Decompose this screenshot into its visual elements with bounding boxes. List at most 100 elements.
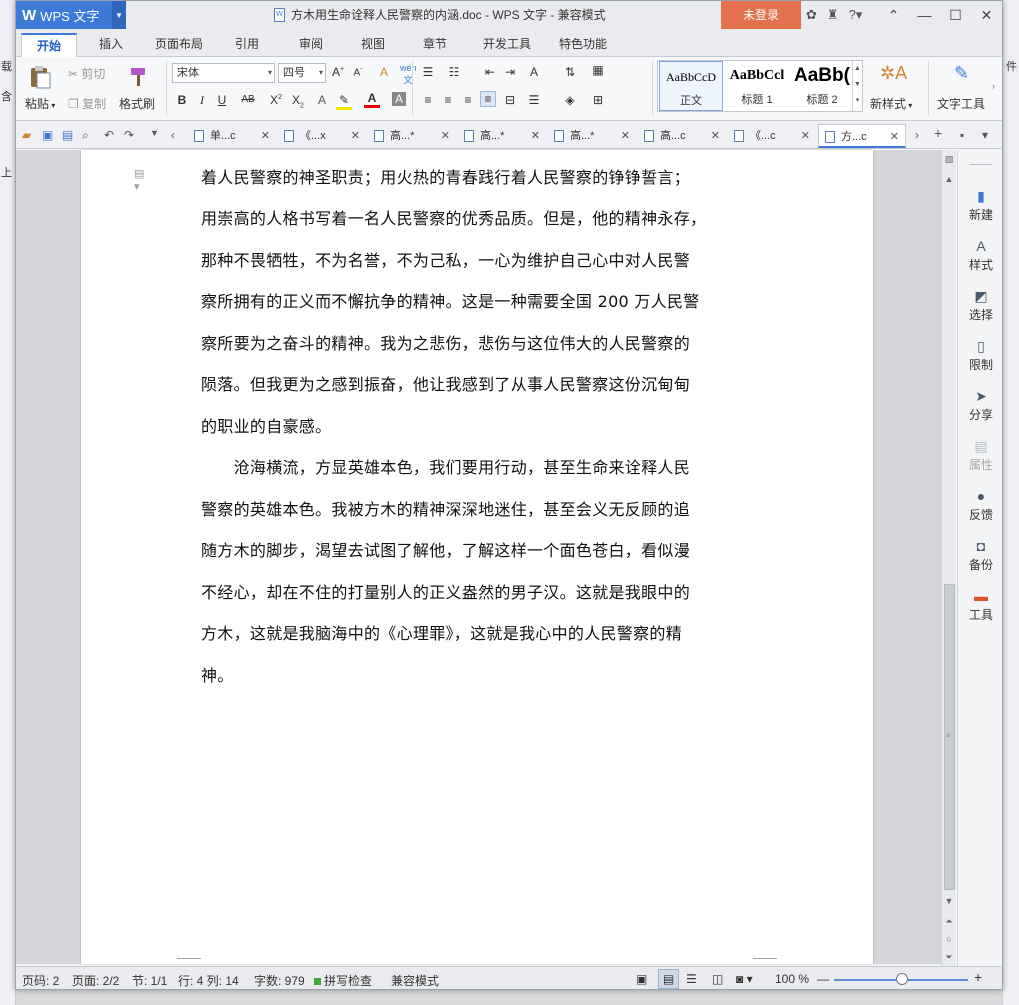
doc-tab[interactable]: 高...* ✕ bbox=[458, 124, 546, 148]
taskpane-share[interactable]: ➤ 分享 bbox=[958, 388, 1002, 423]
web-view-icon[interactable]: ◫ bbox=[712, 972, 723, 986]
vertical-scrollbar[interactable]: ▧ ▲ ≡ ▼ ⏶ ○ ⏷ bbox=[941, 150, 956, 966]
superscript-icon[interactable]: X2 bbox=[268, 93, 284, 107]
tab-review[interactable]: 审阅 bbox=[288, 33, 334, 57]
taskpane-tools[interactable]: ▬ 工具 bbox=[958, 588, 1002, 623]
tabs-scroll-left-icon[interactable]: ‹ bbox=[171, 128, 175, 142]
collapse-ribbon-icon[interactable]: ⌃ bbox=[878, 1, 909, 29]
help-icon[interactable]: ?▾ bbox=[849, 7, 863, 23]
format-painter-button[interactable]: 格式刷 bbox=[119, 95, 155, 112]
doc-tab[interactable]: 高...* ✕ bbox=[548, 124, 636, 148]
open-folder-icon[interactable]: ▰ bbox=[22, 128, 31, 142]
tabs-scroll-right-icon[interactable]: › bbox=[915, 128, 919, 142]
status-row-col[interactable]: 行: 4 列: 14 bbox=[178, 972, 239, 989]
page-view-icon[interactable]: ▤ bbox=[658, 969, 680, 989]
login-button[interactable]: 未登录 bbox=[721, 1, 801, 29]
split-view-icon[interactable]: ▧ bbox=[942, 154, 956, 165]
decrease-indent-icon[interactable]: ⇤ bbox=[482, 65, 498, 79]
chevron-down-icon[interactable]: ▼ bbox=[112, 1, 126, 29]
increase-indent-icon[interactable]: ⇥ bbox=[502, 65, 518, 79]
subscript-icon[interactable]: X2 bbox=[290, 93, 306, 109]
doc-tab[interactable]: 《...x ✕ bbox=[278, 124, 366, 148]
distributed-icon[interactable]: ⊟ bbox=[502, 93, 518, 107]
close-icon[interactable]: ✕ bbox=[971, 1, 1002, 29]
skin-icon[interactable]: ✿ bbox=[806, 7, 817, 23]
paragraph-layout-icon[interactable]: ▤ ▾ bbox=[134, 167, 146, 193]
next-page-icon[interactable]: ⏷ bbox=[942, 952, 956, 963]
taskpane-restrict[interactable]: ▯ 限制 bbox=[958, 338, 1002, 373]
italic-icon[interactable]: I bbox=[194, 93, 210, 108]
document-page[interactable]: ▤ ▾ 着人民警察的神圣职责；用火热的青春践行着人民警察的铮铮誓言； 用崇高的人… bbox=[81, 150, 873, 964]
ribbon-scroll-right[interactable]: › bbox=[992, 81, 995, 91]
table-icon[interactable]: ▦ bbox=[590, 63, 606, 77]
shading-icon[interactable]: ◈ bbox=[562, 93, 578, 107]
close-tab-icon[interactable]: ✕ bbox=[441, 124, 450, 148]
app-menu-button[interactable]: W WPS 文字 ▼ bbox=[16, 1, 126, 29]
taskpane-style[interactable]: A 样式 bbox=[958, 238, 1002, 273]
status-spell-check[interactable]: 拼写检查 bbox=[314, 972, 372, 989]
tab-features[interactable]: 特色功能 bbox=[550, 33, 616, 57]
browse-object-icon[interactable]: ○ bbox=[942, 934, 956, 944]
change-case-icon[interactable]: A bbox=[526, 65, 542, 79]
font-name-select[interactable]: 宋体 ▾ bbox=[172, 63, 275, 83]
status-pages[interactable]: 页面: 2/2 bbox=[72, 972, 119, 989]
fullscreen-icon[interactable]: ▣ bbox=[636, 972, 647, 986]
tab-insert[interactable]: 插入 bbox=[88, 33, 134, 57]
sort-icon[interactable]: ⇅ bbox=[562, 65, 578, 79]
style-heading-2[interactable]: AaBb( 标题 2 bbox=[790, 61, 854, 111]
style-normal[interactable]: AaBbCcD 正文 bbox=[659, 61, 723, 111]
copy-button[interactable]: ❐ 复制 bbox=[68, 95, 106, 112]
taskpane-backup[interactable]: ◘ 备份 bbox=[958, 538, 1002, 573]
numbered-list-icon[interactable]: ☷ bbox=[446, 65, 462, 79]
font-color-icon[interactable]: A bbox=[364, 91, 380, 108]
save-icon[interactable]: ▣ bbox=[42, 128, 53, 142]
print-icon[interactable]: ▤ bbox=[62, 128, 73, 142]
tab-chapter[interactable]: 章节 bbox=[412, 33, 458, 57]
tab-developer[interactable]: 开发工具 bbox=[474, 33, 540, 57]
doc-tab[interactable]: 《...c ✕ bbox=[728, 124, 816, 148]
scroll-down-icon[interactable]: ▼ bbox=[942, 896, 956, 906]
taskpane-select[interactable]: ◩ 选择 bbox=[958, 288, 1002, 323]
underline-icon[interactable]: U bbox=[214, 93, 230, 107]
zoom-in-icon[interactable]: + bbox=[974, 969, 982, 985]
redo-icon[interactable]: ↷ bbox=[124, 128, 134, 142]
taskpane-feedback[interactable]: ● 反馈 bbox=[958, 488, 1002, 523]
paste-icon[interactable] bbox=[28, 65, 52, 89]
close-tab-icon[interactable]: ✕ bbox=[621, 124, 630, 148]
reading-view-icon[interactable]: ◙ ▾ bbox=[736, 972, 753, 986]
close-tab-icon[interactable]: ✕ bbox=[261, 124, 270, 148]
tab-menu-icon[interactable]: ▾ bbox=[982, 128, 988, 142]
shrink-font-icon[interactable]: A- bbox=[350, 66, 366, 78]
close-tab-icon[interactable]: ✕ bbox=[531, 124, 540, 148]
tab-list-icon[interactable]: ▪ bbox=[960, 128, 964, 142]
doc-tab[interactable]: 高...c ✕ bbox=[638, 124, 726, 148]
status-page-number[interactable]: 页码: 2 bbox=[22, 972, 59, 989]
maximize-icon[interactable]: ☐ bbox=[940, 1, 971, 29]
doc-tab-active[interactable]: 方...c ✕ bbox=[818, 124, 906, 148]
prev-page-icon[interactable]: ⏶ bbox=[942, 916, 956, 927]
zoom-level[interactable]: 100 % bbox=[775, 972, 809, 986]
justify-icon[interactable]: ≡ bbox=[480, 91, 496, 107]
borders-icon[interactable]: ⊞ bbox=[590, 93, 606, 107]
line-spacing-icon[interactable]: ☰ bbox=[526, 93, 542, 107]
text-tools-button[interactable]: 文字工具 bbox=[937, 95, 985, 112]
customize-toolbar-icon[interactable]: ▼ bbox=[150, 128, 159, 138]
outline-view-icon[interactable]: ☰ bbox=[686, 972, 697, 986]
clear-format-icon[interactable]: A bbox=[376, 65, 392, 79]
bullet-list-icon[interactable]: ☰ bbox=[420, 65, 436, 79]
tab-home[interactable]: 开始 bbox=[21, 33, 77, 57]
doc-tab[interactable]: 高...* ✕ bbox=[368, 124, 456, 148]
cut-button[interactable]: ✂ 剪切 bbox=[68, 65, 105, 82]
doc-tab[interactable]: 单...c ✕ bbox=[188, 124, 276, 148]
new-style-button[interactable]: 新样式 ▾ bbox=[870, 95, 912, 112]
style-heading-1[interactable]: AaBbCcl 标题 1 bbox=[725, 61, 789, 111]
align-right-icon[interactable]: ≡ bbox=[460, 93, 476, 107]
align-center-icon[interactable]: ≡ bbox=[440, 93, 456, 107]
new-tab-icon[interactable]: + bbox=[934, 125, 942, 141]
print-preview-icon[interactable]: ⌕ bbox=[82, 128, 89, 143]
strikethrough-icon[interactable]: AB bbox=[240, 94, 256, 105]
bold-icon[interactable]: B bbox=[174, 93, 190, 107]
scrollbar-thumb[interactable]: ≡ bbox=[944, 584, 955, 890]
phonetic-icon[interactable]: wén 文 bbox=[400, 63, 417, 86]
scroll-up-icon[interactable]: ▲ bbox=[942, 174, 956, 184]
